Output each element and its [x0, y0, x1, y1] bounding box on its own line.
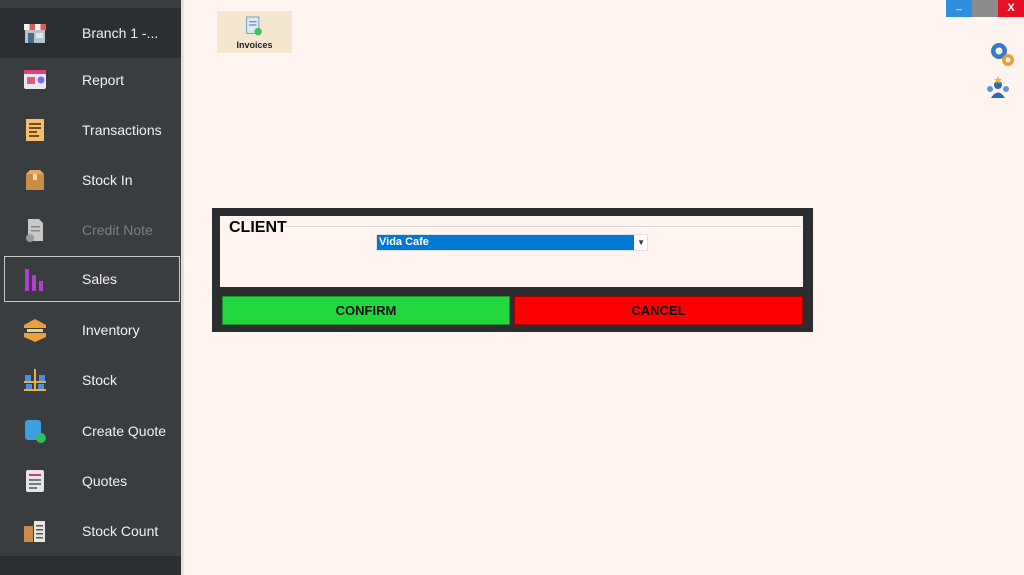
sidebar-item-label: Sales	[82, 271, 118, 287]
sidebar-item-label: Transactions	[82, 122, 162, 138]
cancel-button[interactable]: CANCEL	[514, 296, 803, 325]
sidebar-item-partial[interactable]	[0, 556, 181, 575]
invoice-icon	[246, 16, 262, 36]
sidebar-item-label: Stock Count	[82, 523, 159, 539]
client-select[interactable]: Vida Cafe ▼	[376, 234, 648, 251]
minimize-button[interactable]: _	[946, 0, 972, 17]
sidebar-item-transactions[interactable]: Transactions	[0, 105, 181, 155]
maximize-button[interactable]	[972, 0, 998, 17]
sidebar-item-label: Branch 1 -...	[82, 25, 159, 41]
quotes-icon	[26, 470, 44, 492]
settings-gears-icon[interactable]	[988, 40, 1016, 68]
invoices-button[interactable]: Invoices	[217, 11, 292, 53]
sidebar-item-label: Stock	[82, 372, 118, 388]
transactions-icon	[26, 119, 44, 141]
sidebar-item-stock-count[interactable]: Stock Count	[0, 506, 181, 556]
sidebar-item-inventory[interactable]: Inventory	[0, 305, 181, 355]
sidebar-item-label: Credit Note	[82, 222, 153, 238]
sidebar-item-label: Quotes	[82, 473, 128, 489]
client-title: CLIENT	[229, 219, 287, 236]
invoices-label: Invoices	[236, 40, 273, 50]
report-icon	[24, 70, 46, 89]
create-quote-icon	[25, 420, 46, 443]
team-users-icon[interactable]	[984, 76, 1012, 104]
confirm-button[interactable]: CONFIRM	[222, 296, 510, 325]
sales-chart-icon	[25, 269, 43, 291]
sidebar-item-label: Inventory	[82, 322, 140, 338]
sidebar-item-create-quote[interactable]: Create Quote	[0, 406, 181, 456]
close-button[interactable]: X	[998, 0, 1024, 17]
stock-count-icon	[24, 521, 45, 542]
client-groupbox: CLIENT Vida Cafe ▼	[220, 216, 803, 287]
sidebar-item-credit-note[interactable]: Credit Note	[0, 205, 181, 255]
sidebar-item-label: Report	[82, 72, 125, 88]
credit-note-icon	[26, 219, 43, 242]
box-icon	[26, 170, 44, 190]
sidebar-item-label: Stock In	[82, 172, 133, 188]
client-select-value: Vida Cafe	[377, 235, 634, 250]
sidebar-item-quotes[interactable]: Quotes	[0, 456, 181, 506]
sidebar-item-branch[interactable]: Branch 1 -...	[0, 8, 181, 58]
sidebar-item-sales[interactable]: Sales	[4, 256, 180, 302]
sidebar-item-report[interactable]: Report	[0, 55, 181, 105]
sidebar: Branch 1 -... Report Transactions Stock …	[0, 0, 181, 575]
sidebar-divider	[181, 0, 184, 575]
inventory-icon	[24, 319, 46, 342]
sidebar-item-stock-in[interactable]: Stock In	[0, 155, 181, 205]
groupbox-rule	[286, 226, 801, 227]
sidebar-item-stock[interactable]: Stock	[0, 355, 181, 405]
client-dialog: CLIENT Vida Cafe ▼ CONFIRM CANCEL	[212, 208, 813, 332]
dropdown-arrow-icon[interactable]: ▼	[637, 235, 645, 250]
stock-shelf-icon	[24, 369, 46, 391]
store-icon	[24, 24, 46, 43]
sidebar-item-label: Create Quote	[82, 423, 167, 439]
